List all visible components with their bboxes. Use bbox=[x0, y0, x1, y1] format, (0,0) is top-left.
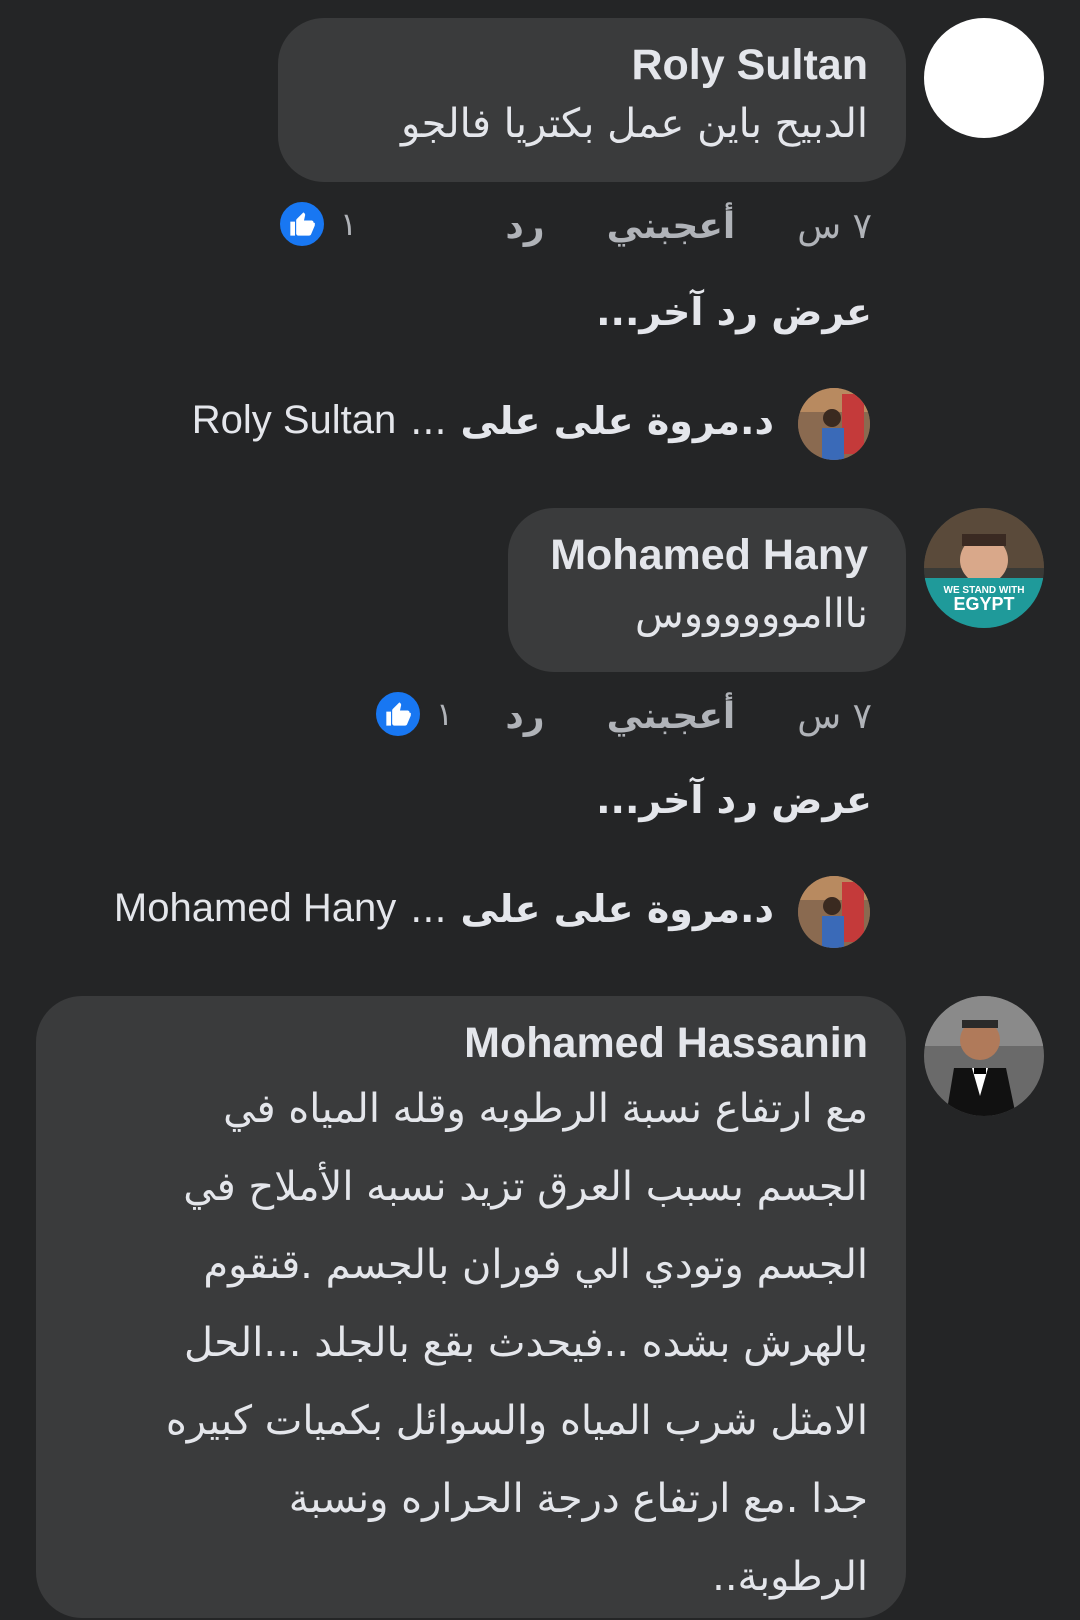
reaction-summary[interactable]: ١ bbox=[374, 690, 453, 738]
reply-preview[interactable]: د.مروة على على ... Mohamed Hany bbox=[114, 886, 774, 931]
reaction-summary[interactable]: ١ bbox=[278, 200, 357, 248]
reply-target: Roly Sultan bbox=[191, 398, 397, 442]
comment-line: مع ارتفاع نسبة الرطوبه وقله المياه في bbox=[223, 1086, 868, 1132]
reply-target: Mohamed Hany bbox=[113, 886, 397, 930]
comment-bubble[interactable]: Roly Sultan الدبيح باين عمل بكتريا فالجو bbox=[278, 18, 906, 182]
comment-time[interactable]: ٧ س bbox=[797, 696, 872, 737]
avatar[interactable]: WE STAND WITH EGYPT bbox=[924, 508, 1044, 628]
comment-actions: ٧ س أعجبني رد bbox=[505, 688, 872, 744]
like-button[interactable]: أعجبني bbox=[607, 696, 736, 737]
reply-button[interactable]: رد bbox=[505, 696, 544, 737]
comment-bubble[interactable]: Mohamed Hassanin مع ارتفاع نسبة الرطوبه … bbox=[36, 996, 906, 1618]
comment-line: بالهرش بشده ..فيحدث بقع بالجلد ...الحل bbox=[183, 1320, 868, 1366]
thumbs-up-icon bbox=[278, 200, 326, 248]
view-more-replies[interactable]: عرض رد آخر... bbox=[596, 290, 872, 334]
comment-author[interactable]: Roly Sultan bbox=[316, 38, 868, 92]
comment-line: الجسم بسبب العرق تزيد نسبه الأملاح في bbox=[183, 1164, 868, 1210]
reply-ellipsis: ... bbox=[410, 886, 447, 931]
reply-button[interactable]: رد bbox=[505, 206, 544, 247]
comment-text: نااامووووووس bbox=[634, 591, 868, 637]
comment-author[interactable]: Mohamed Hassanin bbox=[74, 1016, 868, 1070]
reply-ellipsis: ... bbox=[410, 398, 447, 443]
view-more-replies[interactable]: عرض رد آخر... bbox=[596, 778, 872, 822]
avatar[interactable] bbox=[798, 876, 870, 948]
reply-preview[interactable]: د.مروة على على ... Roly Sultan bbox=[192, 398, 774, 443]
reply-author: د.مروة على على bbox=[460, 886, 774, 931]
comment-line: الجسم وتودي الي فوران بالجسم .قنقوم bbox=[203, 1242, 868, 1288]
comment-line: جدا .مع ارتفاع درجة الحراره ونسبة bbox=[288, 1476, 868, 1522]
reply-author: د.مروة على على bbox=[460, 398, 774, 443]
avatar-badge-title: EGYPT bbox=[953, 594, 1014, 614]
reaction-count: ١ bbox=[436, 695, 454, 733]
comment-time[interactable]: ٧ س bbox=[797, 206, 872, 247]
like-button[interactable]: أعجبني bbox=[607, 206, 736, 247]
comment-bubble[interactable]: Mohamed Hany نااامووووووس bbox=[508, 508, 906, 672]
avatar[interactable] bbox=[924, 996, 1044, 1116]
comment-line: الرطوبة.. bbox=[712, 1554, 868, 1600]
reaction-count: ١ bbox=[340, 205, 358, 243]
comment-text: مع ارتفاع نسبة الرطوبه وقله المياه في ال… bbox=[74, 1070, 868, 1616]
comment-text: الدبيح باين عمل بكتريا فالجو bbox=[400, 101, 868, 147]
comment-actions: ٧ س أعجبني رد bbox=[505, 198, 872, 254]
thumbs-up-icon bbox=[374, 690, 422, 738]
comments-screen: Roly Sultan الدبيح باين عمل بكتريا فالجو… bbox=[0, 0, 1080, 1620]
avatar[interactable] bbox=[798, 388, 870, 460]
comment-line: الامثل شرب المياه والسوائل بكميات كبيره bbox=[165, 1398, 868, 1444]
avatar[interactable] bbox=[924, 18, 1044, 138]
comment-author[interactable]: Mohamed Hany bbox=[546, 528, 868, 582]
